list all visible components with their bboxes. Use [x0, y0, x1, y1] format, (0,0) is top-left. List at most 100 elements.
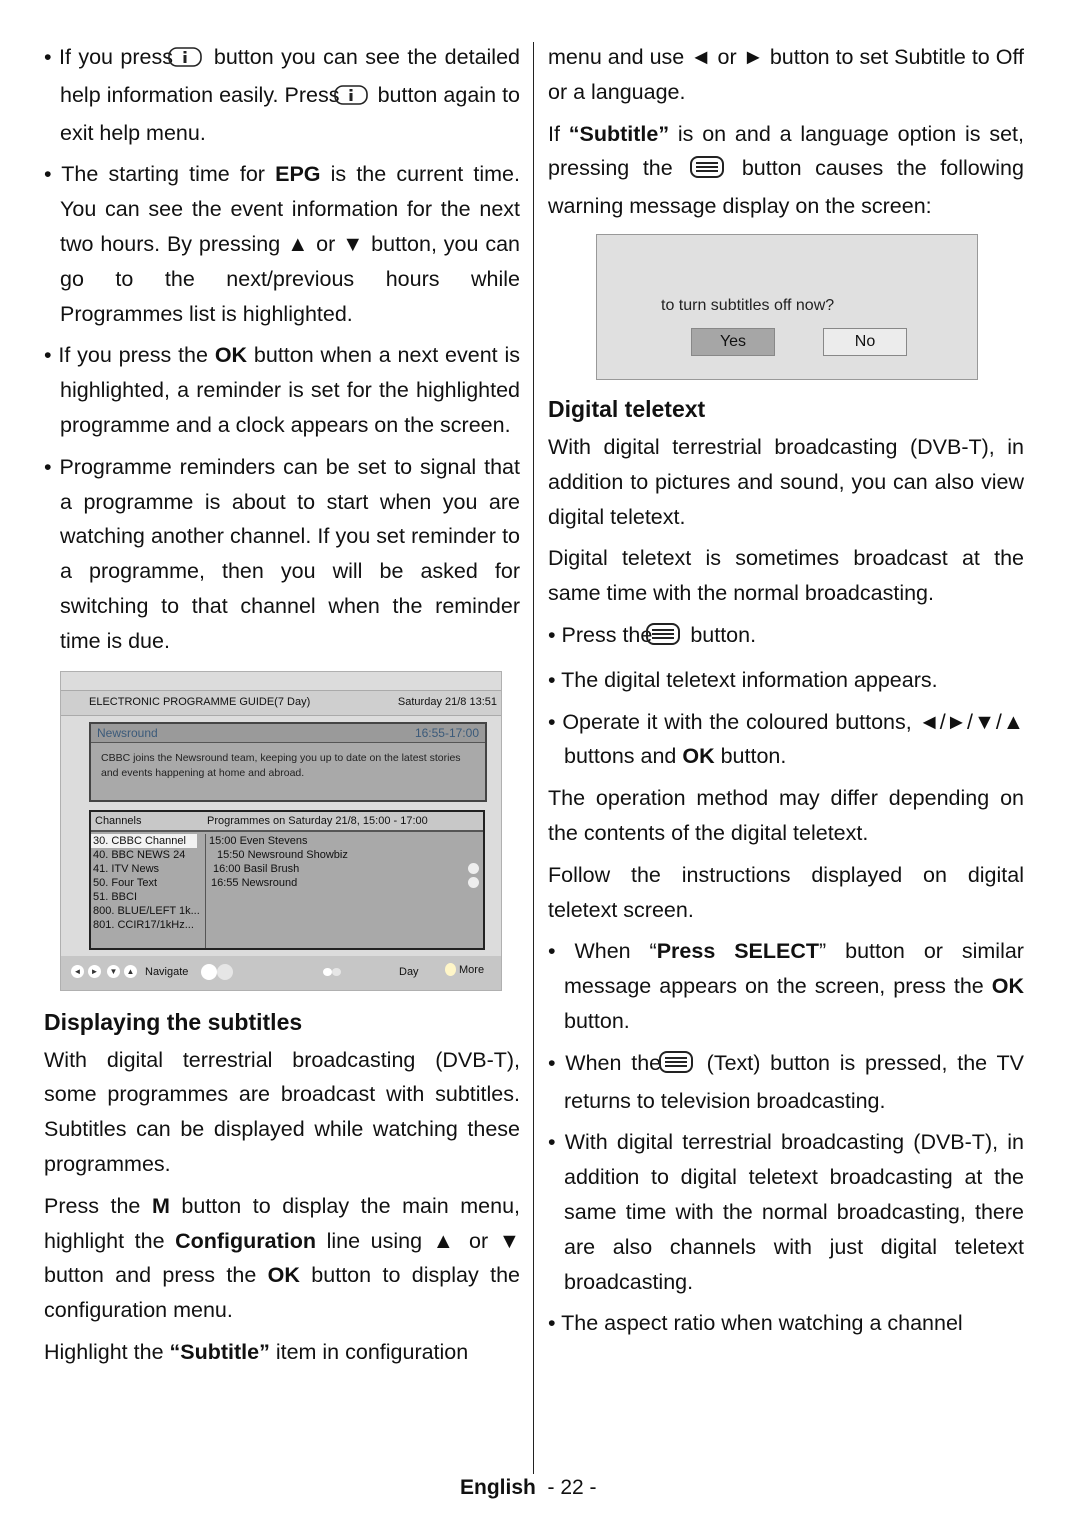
text: 16:55 Newsround [211, 876, 298, 889]
bullet-teletext-channels: • With digital terrestrial broadcasting … [548, 1130, 1024, 1294]
bullet-press-select: • When “Press SELECT” button or similar … [548, 939, 1024, 1033]
no-button[interactable]: No [823, 327, 907, 356]
text: “Subtitle” [568, 121, 670, 146]
text: The digital teletext information appears… [561, 667, 938, 692]
epg-footer: ◄ ► ▼ ▲ Navigate Day More [61, 955, 501, 990]
epg-grid: Channels Programmes on Saturday 21/8, 15:… [89, 809, 485, 950]
para-subtitle-menu: menu and use ◄ or ► button to set Subtit… [548, 45, 1025, 104]
text: If you press [58, 45, 174, 69]
programme-item[interactable]: 16:00 Basil Brush [209, 862, 481, 876]
subtitle-warning-dialog: to turn subtitles off now? Yes No [596, 233, 978, 380]
yes-button[interactable]: Yes [691, 327, 775, 356]
right-column: menu and use ◄ or ► button to set Subtit… [548, 40, 1024, 1348]
text: The aspect ratio when watching a channel [561, 1311, 963, 1336]
info-icon [445, 962, 456, 976]
info-button-icon [333, 81, 368, 116]
more-label: More [459, 963, 485, 976]
page-number: - 22 - [547, 1476, 597, 1499]
channel-item[interactable]: 40. BBC NEWS 24 [91, 848, 205, 862]
channel-item[interactable]: 801. CCIR17/1kHz... [91, 918, 205, 932]
channel-item[interactable]: 41. ITV News [91, 862, 205, 876]
para-follow-instructions: Follow the instructions displayed on dig… [548, 862, 1024, 922]
programme-item[interactable]: 16:55 Newsround [209, 876, 481, 890]
day-label: Day [399, 965, 419, 978]
text: If [548, 121, 569, 146]
color-button-icon [201, 963, 217, 980]
para-teletext-broadcast: Digital teletext is sometimes broadcast … [548, 546, 1024, 606]
programme-item[interactable]: 15:50 Newsround Showbiz [209, 848, 481, 862]
teletext-button-icon [646, 621, 681, 656]
text: Configuration [175, 1228, 317, 1253]
dialog-message: to turn subtitles off now? [661, 296, 835, 314]
info-time: 16:55-17:00 [414, 725, 479, 740]
text: If you press the [58, 343, 215, 368]
programme-list: 15:00 Even Stevens 15:50 Newsround Showb… [209, 834, 481, 890]
text: The starting time for [61, 162, 276, 187]
epg-screenshot: ELECTRONIC PROGRAMME GUIDE(7 Day) Saturd… [60, 670, 502, 991]
text: Press the [561, 622, 653, 647]
text: Highlight the [44, 1339, 170, 1364]
text: button. [690, 622, 757, 647]
text: OK [214, 343, 248, 368]
para-reminders: • Programme reminders can be set to sign… [44, 454, 520, 653]
epg-datetime: Saturday 21/8 13:51 [397, 695, 497, 708]
teletext-button-icon [658, 1049, 693, 1084]
text: When the [565, 1050, 662, 1075]
para-epg-start: • The starting time for EPG is the curre… [44, 162, 520, 326]
clock-icon [468, 876, 479, 888]
text: is the current time. You can see the eve… [60, 162, 520, 326]
epg-title: ELECTRONIC PROGRAMME GUIDE(7 Day) [89, 695, 311, 708]
para-operation-method: The operation method may differ dependin… [548, 786, 1024, 845]
down-arrow-icon: ▼ [107, 964, 120, 978]
text: Press the [44, 1193, 152, 1218]
text: 16:00 Basil Brush [213, 862, 300, 875]
epg-info-panel: Newsround 16:55-17:00 CBBC joins the News… [89, 721, 487, 802]
left-arrow-icon: ◄ [71, 964, 84, 978]
para-subtitles-intro: With digital terrestrial broadcasting (D… [44, 1047, 520, 1176]
text: Press SELECT [656, 939, 820, 964]
text: With digital terrestrial broadcasting (D… [564, 1130, 1024, 1294]
heading-displaying-subtitles: Displaying the subtitles [44, 1008, 303, 1035]
text: “Subtitle” [169, 1339, 270, 1364]
bullet-aspect-ratio: • The aspect ratio when watching a chann… [548, 1311, 963, 1336]
bullet-text-button: • When the (Text) button is pressed, the… [548, 1049, 1024, 1113]
page-footer: English - 22 - [460, 1476, 597, 1500]
para-teletext-intro: With digital terrestrial broadcasting (D… [548, 434, 1024, 529]
channel-item[interactable]: 51. BBCI [91, 890, 205, 904]
color-button-icon [217, 963, 233, 980]
col-channels: Channels [95, 814, 142, 827]
text: OK [991, 974, 1024, 999]
text: button. [714, 744, 787, 769]
text: EPG [275, 162, 321, 187]
channel-item[interactable]: 800. BLUE/LEFT 1k... [91, 904, 205, 918]
para-info-help: • If you press button you can see the de… [44, 43, 521, 145]
text: When “ [574, 939, 657, 964]
info-title: Newsround [97, 725, 158, 740]
color-button-icon [323, 967, 332, 976]
heading-digital-teletext: Digital teletext [548, 395, 706, 422]
column-divider [533, 42, 534, 1474]
channel-item[interactable]: 30. CBBC Channel [91, 833, 197, 848]
para-subtitle-warning: If “Subtitle” is on and a language optio… [548, 117, 1024, 224]
programme-item[interactable]: 15:00 Even Stevens [209, 834, 481, 848]
para-highlight-subtitle: Highlight the “Subtitle” item in configu… [44, 1335, 520, 1370]
bullet-info-appears: • The digital teletext information appea… [548, 667, 938, 692]
teletext-button-icon [690, 154, 725, 189]
para-ok-reminder: • If you press the OK button when a next… [44, 343, 520, 437]
text: item in configuration [269, 1339, 469, 1364]
info-button-icon [168, 43, 203, 78]
info-description: CBBC joins the Newsround team, keeping y… [101, 751, 461, 779]
channel-item[interactable]: 50. Four Text [91, 876, 205, 890]
clock-icon [468, 862, 479, 874]
text: button. [564, 1008, 630, 1033]
text: Programme reminders can be set to signal… [59, 454, 520, 653]
epg-header: ELECTRONIC PROGRAMME GUIDE(7 Day) Saturd… [61, 689, 501, 716]
bullet-press-text: • Press the button. [548, 618, 1024, 656]
text: OK [682, 744, 715, 769]
channel-list: 30. CBBC Channel 40. BBC NEWS 24 41. ITV… [91, 833, 206, 948]
right-arrow-icon: ► [88, 964, 101, 978]
para-main-menu: Press the M button to display the main m… [44, 1189, 520, 1328]
footer-language: English [460, 1476, 536, 1499]
bullet-operate: • Operate it with the coloured buttons, … [548, 709, 1024, 769]
color-button-icon [332, 967, 341, 976]
